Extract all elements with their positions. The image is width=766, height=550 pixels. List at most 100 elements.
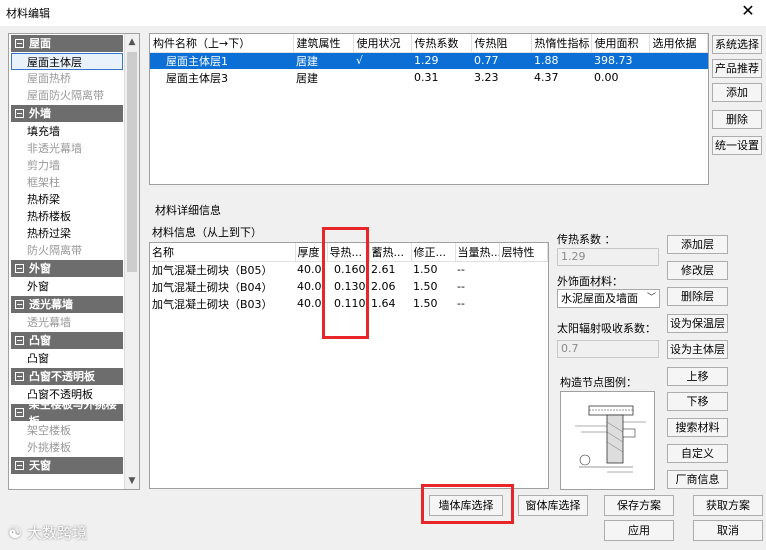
table-cell: 2.61 — [371, 263, 396, 277]
watermark-logo: ☯ 大数跨境 — [8, 523, 88, 542]
scroll-up-icon[interactable]: ▲ — [125, 35, 139, 49]
table-cell — [499, 295, 548, 312]
sidebar-item[interactable]: 填充墙 — [9, 123, 125, 140]
table-row[interactable]: 加气混凝土砌块（B05） 40.0 0.160 2.61 1.50 -- — [150, 261, 548, 278]
wall-library-button[interactable]: 墙体库选择 — [429, 495, 503, 516]
sidebar-group-header[interactable]: − 外墙 — [11, 105, 123, 122]
collapse-icon[interactable]: − — [15, 39, 24, 48]
table-cell — [649, 69, 708, 86]
material-detail-title: 材料详细信息 — [155, 204, 221, 217]
window-library-button[interactable]: 窗体库选择 — [518, 495, 588, 516]
layer-action-button[interactable]: 设为保温层 — [667, 314, 728, 333]
column-header[interactable]: 导热... — [327, 243, 370, 262]
table-cell: -- — [457, 280, 465, 293]
close-icon[interactable]: ✕ — [738, 1, 758, 20]
table-cell: 0.110 — [334, 297, 366, 310]
solar-absorption-field[interactable]: 0.7 — [557, 340, 659, 358]
side-action-button[interactable]: 系统选择 — [712, 35, 762, 54]
sidebar-scrollbar[interactable]: ▲ ▼ — [124, 34, 139, 489]
sidebar-item[interactable]: 透光幕墙 — [9, 314, 125, 331]
column-header[interactable]: 当量热... — [455, 243, 500, 262]
sidebar-item[interactable]: 屋面主体层 — [11, 53, 123, 70]
sidebar-group-header[interactable]: − 天窗 — [11, 457, 123, 474]
table-row[interactable]: 屋面主体层3 居建 0.31 3.23 4.37 0.00 — [150, 69, 708, 86]
scroll-down-icon[interactable]: ▼ — [125, 474, 139, 488]
column-header[interactable]: 名称 — [150, 243, 296, 262]
sidebar-item[interactable]: 外挑楼板 — [9, 439, 125, 456]
save-scheme-button[interactable]: 保存方案 — [604, 495, 674, 516]
table-row[interactable]: 加气混凝土砌块（B03） 40.0 0.110 1.64 1.50 -- — [150, 295, 548, 312]
sidebar-group-header[interactable]: − 透光幕墙 — [11, 296, 123, 313]
column-header[interactable]: 厚度 — [295, 243, 328, 262]
table-row[interactable]: 加气混凝土砌块（B04） 40.0 0.130 2.06 1.50 -- — [150, 278, 548, 295]
side-action-button[interactable]: 统一设置 — [712, 136, 762, 155]
sidebar-item[interactable]: 剪力墙 — [9, 157, 125, 174]
layer-action-button[interactable]: 设为主体层 — [667, 340, 728, 359]
table-cell: 1.50 — [413, 280, 438, 293]
layer-action-button[interactable]: 添加层 — [667, 235, 728, 254]
column-header[interactable]: 传热系数 — [411, 34, 472, 53]
layer-action-button[interactable]: 上移 — [667, 367, 728, 386]
collapse-icon[interactable]: − — [15, 461, 24, 470]
collapse-icon[interactable]: − — [15, 300, 24, 309]
cancel-button[interactable]: 取消 — [693, 520, 763, 541]
side-action-button[interactable]: 产品推荐 — [712, 59, 762, 78]
sidebar-group-header[interactable]: − 屋面 — [11, 35, 123, 52]
fetch-scheme-button[interactable]: 获取方案 — [693, 495, 763, 516]
column-header[interactable]: 建筑属性 — [293, 34, 354, 53]
column-header[interactable]: 蓄热... — [369, 243, 412, 262]
table-cell: -- — [457, 263, 465, 277]
table-cell: 屋面主体层3 — [166, 71, 228, 85]
collapse-icon[interactable]: − — [15, 408, 24, 417]
layer-action-button[interactable]: 删除层 — [667, 287, 728, 306]
table-cell: 2.06 — [371, 280, 396, 293]
watermark-text: 大数跨境 — [27, 524, 88, 542]
table-cell: 0.130 — [334, 280, 366, 293]
sidebar-item[interactable]: 屋面防火隔离带 — [9, 87, 125, 104]
layer-action-button[interactable]: 自定义 — [667, 444, 728, 463]
sidebar-item[interactable]: 热桥楼板 — [9, 208, 125, 225]
sidebar-group-header[interactable]: − 凸窗 — [11, 332, 123, 349]
sidebar-item[interactable]: 防火隔离带 — [9, 242, 125, 259]
table-cell: 居建 — [293, 52, 353, 69]
scroll-thumb[interactable] — [127, 52, 137, 272]
collapse-icon[interactable]: − — [15, 109, 24, 118]
column-header[interactable]: 传热阻 — [471, 34, 532, 53]
table-cell: 1.50 — [413, 263, 438, 277]
finish-material-select[interactable]: 水泥屋面及墙面 ﹀ — [557, 289, 660, 308]
side-action-button[interactable]: 添加 — [712, 83, 762, 102]
layer-action-button[interactable]: 厂商信息 — [667, 470, 728, 489]
column-header[interactable]: 使用状况 — [353, 34, 412, 53]
sidebar-group-header[interactable]: − 凸窗不透明板 — [11, 368, 123, 385]
sidebar-item[interactable]: 热桥过梁 — [9, 225, 125, 242]
sidebar-group-header[interactable]: − 架空楼板与外挑楼板 — [11, 398, 123, 428]
column-header[interactable]: 构件名称（上→下） — [150, 34, 294, 53]
table-cell: 1.64 — [371, 297, 396, 310]
category-tree: − 屋面 屋面主体层 屋面热桥 屋面防火隔离带 − 外墙 填充墙 非透光幕墙 剪力墙 框架柱 热桥梁热… — [8, 33, 140, 490]
layer-action-button[interactable]: 下移 — [667, 392, 728, 411]
column-header[interactable]: 修正... — [411, 243, 456, 262]
collapse-icon[interactable]: − — [15, 372, 24, 381]
column-header[interactable]: 热惰性指标 — [531, 34, 592, 53]
sidebar-item[interactable]: 热桥梁 — [9, 191, 125, 208]
collapse-icon[interactable]: − — [15, 264, 24, 273]
layer-action-button[interactable]: 修改层 — [667, 261, 728, 280]
column-header[interactable]: 使用面积 — [591, 34, 650, 53]
sidebar-item[interactable]: 凸窗 — [9, 350, 125, 367]
sidebar-item[interactable]: 屋面热桥 — [9, 70, 125, 87]
apply-button[interactable]: 应用 — [604, 520, 674, 541]
side-action-button[interactable]: 删除 — [712, 110, 762, 129]
sidebar-item[interactable]: 框架柱 — [9, 174, 125, 191]
column-header[interactable]: 层特性 — [499, 243, 548, 262]
window-title: 材料编辑 — [6, 7, 50, 20]
solar-absorption-label: 太阳辐射吸收系数： — [557, 322, 656, 335]
table-row[interactable]: 屋面主体层1 居建 √ 1.29 0.77 1.88 398.73 — [150, 52, 708, 69]
collapse-icon[interactable]: − — [15, 336, 24, 345]
sidebar-item[interactable]: 非透光幕墙 — [9, 140, 125, 157]
column-header[interactable]: 选用依据 — [649, 34, 708, 53]
layer-action-button[interactable]: 搜索材料 — [667, 418, 728, 437]
sidebar-item[interactable]: 外窗 — [9, 278, 125, 295]
sidebar-group-header[interactable]: − 外窗 — [11, 260, 123, 277]
u-value-field: 1.29 — [557, 248, 659, 266]
table-cell: 40.0 — [297, 263, 322, 277]
